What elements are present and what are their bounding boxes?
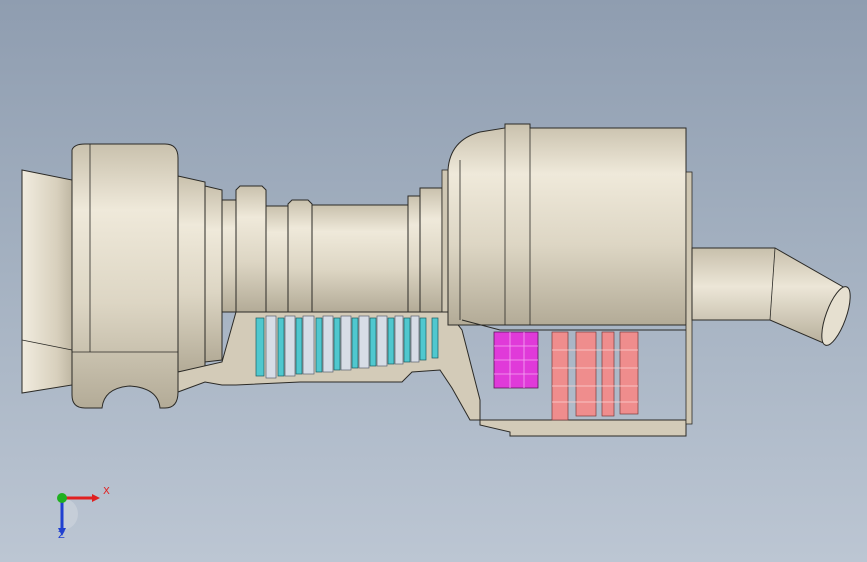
axis-z-label: Z — [58, 530, 65, 541]
3d-viewport[interactable]: X Z — [0, 0, 867, 562]
orientation-triad[interactable]: X Z — [40, 482, 120, 544]
inlet-bell[interactable] — [21, 169, 73, 394]
compressor-shaft[interactable] — [221, 169, 449, 313]
combustor-housing[interactable] — [447, 123, 687, 331]
combustor-liner[interactable] — [493, 331, 539, 389]
engine-model[interactable] — [0, 0, 867, 562]
exhaust-duct[interactable] — [691, 247, 856, 349]
axis-x-label: X — [103, 486, 110, 497]
